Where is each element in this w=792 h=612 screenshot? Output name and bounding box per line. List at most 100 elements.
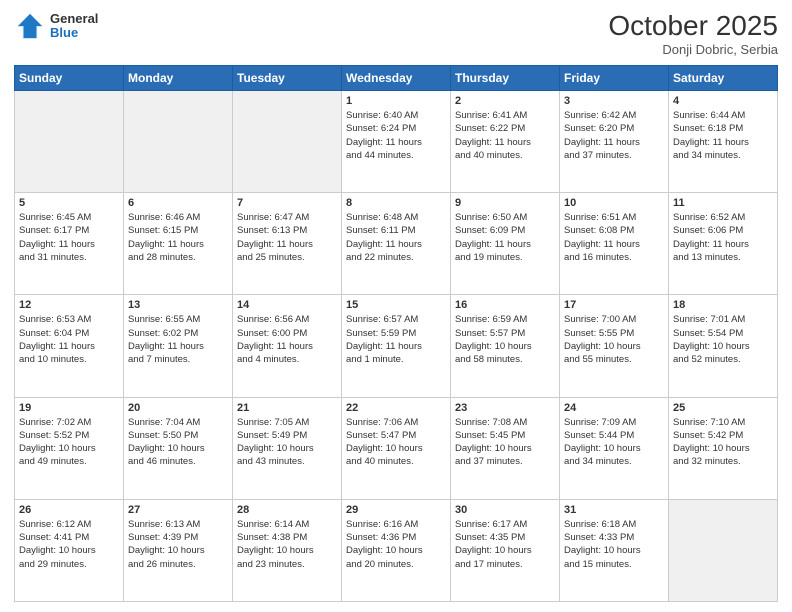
- calendar-cell: 22Sunrise: 7:06 AM Sunset: 5:47 PM Dayli…: [342, 397, 451, 499]
- calendar-cell: 10 Sunrise: 6:51 AM Sunset: 6:08 PM Dayli…: [560, 193, 669, 295]
- day-number: 31: [564, 504, 664, 516]
- calendar-cell: 19 Sunrise: 7:02 AM Sunset: 5:52 PM Dayli…: [15, 397, 124, 499]
- calendar-cell: 18 Sunrise: 7:01 AM Sunset: 5:54 PM Dayli…: [669, 295, 778, 397]
- calendar-cell: 16Sunrise: 6:59 AM Sunset: 5:57 PM Dayli…: [451, 295, 560, 397]
- day-number: 13: [128, 299, 228, 311]
- day-info: Sunrise: 6:40 AM Sunset: 6:24 PM Dayligh…: [346, 109, 446, 162]
- day-info: Sunrise: 6:16 AM Sunset: 4:36 PM Dayligh…: [346, 518, 446, 571]
- day-number: 3: [564, 95, 664, 107]
- logo-icon: [14, 10, 46, 42]
- day-info: Sunrise: 6:17 AM Sunset: 4:35 PM Dayligh…: [455, 518, 555, 571]
- calendar-cell: [233, 91, 342, 193]
- logo: General Blue: [14, 10, 98, 42]
- calendar-week-5: 26 Sunrise: 6:12 AM Sunset: 4:41 PM Dayli…: [15, 499, 778, 601]
- calendar-cell: 23Sunrise: 7:08 AM Sunset: 5:45 PM Dayli…: [451, 397, 560, 499]
- calendar-cell: [669, 499, 778, 601]
- calendar-cell: 15Sunrise: 6:57 AM Sunset: 5:59 PM Dayli…: [342, 295, 451, 397]
- calendar-cell: 28 Sunrise: 6:14 AM Sunset: 4:38 PM Dayli…: [233, 499, 342, 601]
- day-info: Sunrise: 6:12 AM Sunset: 4:41 PM Dayligh…: [19, 518, 119, 571]
- day-number: 15: [346, 299, 446, 311]
- day-info: Sunrise: 7:10 AM Sunset: 5:42 PM Dayligh…: [673, 416, 773, 469]
- calendar-cell: 27Sunrise: 6:13 AM Sunset: 4:39 PM Dayli…: [124, 499, 233, 601]
- day-info: Sunrise: 6:18 AM Sunset: 4:33 PM Dayligh…: [564, 518, 664, 571]
- day-number: 26: [19, 504, 119, 516]
- calendar-cell: [15, 91, 124, 193]
- day-number: 30: [455, 504, 555, 516]
- header: General Blue October 2025 Donji Dobric, …: [14, 10, 778, 57]
- day-number: 10: [564, 197, 664, 209]
- day-info: Sunrise: 7:06 AM Sunset: 5:47 PM Dayligh…: [346, 416, 446, 469]
- page: General Blue October 2025 Donji Dobric, …: [0, 0, 792, 612]
- day-info: Sunrise: 6:13 AM Sunset: 4:39 PM Dayligh…: [128, 518, 228, 571]
- day-number: 14: [237, 299, 337, 311]
- calendar-table: SundayMondayTuesdayWednesdayThursdayFrid…: [14, 65, 778, 602]
- logo-text: General Blue: [50, 12, 98, 41]
- day-number: 25: [673, 402, 773, 414]
- calendar-cell: 1 Sunrise: 6:40 AM Sunset: 6:24 PM Daylig…: [342, 91, 451, 193]
- calendar-header-wednesday: Wednesday: [342, 66, 451, 91]
- calendar-cell: 25 Sunrise: 7:10 AM Sunset: 5:42 PM Dayli…: [669, 397, 778, 499]
- day-info: Sunrise: 6:47 AM Sunset: 6:13 PM Dayligh…: [237, 211, 337, 264]
- day-info: Sunrise: 6:42 AM Sunset: 6:20 PM Dayligh…: [564, 109, 664, 162]
- calendar-cell: 13 Sunrise: 6:55 AM Sunset: 6:02 PM Dayli…: [124, 295, 233, 397]
- calendar-week-4: 19 Sunrise: 7:02 AM Sunset: 5:52 PM Dayli…: [15, 397, 778, 499]
- day-info: Sunrise: 7:08 AM Sunset: 5:45 PM Dayligh…: [455, 416, 555, 469]
- day-info: Sunrise: 7:09 AM Sunset: 5:44 PM Dayligh…: [564, 416, 664, 469]
- day-number: 24: [564, 402, 664, 414]
- day-number: 2: [455, 95, 555, 107]
- day-number: 6: [128, 197, 228, 209]
- calendar-cell: 4 Sunrise: 6:44 AM Sunset: 6:18 PM Daylig…: [669, 91, 778, 193]
- calendar-header-saturday: Saturday: [669, 66, 778, 91]
- day-info: Sunrise: 7:04 AM Sunset: 5:50 PM Dayligh…: [128, 416, 228, 469]
- day-number: 12: [19, 299, 119, 311]
- day-info: Sunrise: 6:14 AM Sunset: 4:38 PM Dayligh…: [237, 518, 337, 571]
- calendar-cell: 12 Sunrise: 6:53 AM Sunset: 6:04 PM Dayli…: [15, 295, 124, 397]
- calendar-cell: 14 Sunrise: 6:56 AM Sunset: 6:00 PM Dayli…: [233, 295, 342, 397]
- calendar-header-thursday: Thursday: [451, 66, 560, 91]
- day-number: 19: [19, 402, 119, 414]
- day-number: 21: [237, 402, 337, 414]
- day-info: Sunrise: 6:44 AM Sunset: 6:18 PM Dayligh…: [673, 109, 773, 162]
- day-info: Sunrise: 6:52 AM Sunset: 6:06 PM Dayligh…: [673, 211, 773, 264]
- day-number: 20: [128, 402, 228, 414]
- day-info: Sunrise: 6:56 AM Sunset: 6:00 PM Dayligh…: [237, 313, 337, 366]
- calendar-cell: 30 Sunrise: 6:17 AM Sunset: 4:35 PM Dayli…: [451, 499, 560, 601]
- calendar-cell: 24 Sunrise: 7:09 AM Sunset: 5:44 PM Dayli…: [560, 397, 669, 499]
- day-number: 9: [455, 197, 555, 209]
- day-number: 7: [237, 197, 337, 209]
- calendar-header-sunday: Sunday: [15, 66, 124, 91]
- calendar-cell: 11Sunrise: 6:52 AM Sunset: 6:06 PM Dayli…: [669, 193, 778, 295]
- calendar-cell: 6 Sunrise: 6:46 AM Sunset: 6:15 PM Daylig…: [124, 193, 233, 295]
- calendar-cell: 21Sunrise: 7:05 AM Sunset: 5:49 PM Dayli…: [233, 397, 342, 499]
- day-number: 4: [673, 95, 773, 107]
- calendar-cell: 8Sunrise: 6:48 AM Sunset: 6:11 PM Daylig…: [342, 193, 451, 295]
- calendar-cell: 31 Sunrise: 6:18 AM Sunset: 4:33 PM Dayli…: [560, 499, 669, 601]
- day-info: Sunrise: 7:02 AM Sunset: 5:52 PM Dayligh…: [19, 416, 119, 469]
- day-info: Sunrise: 6:55 AM Sunset: 6:02 PM Dayligh…: [128, 313, 228, 366]
- day-info: Sunrise: 6:48 AM Sunset: 6:11 PM Dayligh…: [346, 211, 446, 264]
- calendar-cell: 7 Sunrise: 6:47 AM Sunset: 6:13 PM Daylig…: [233, 193, 342, 295]
- calendar-cell: 5 Sunrise: 6:45 AM Sunset: 6:17 PM Daylig…: [15, 193, 124, 295]
- location: Donji Dobric, Serbia: [608, 42, 778, 57]
- day-info: Sunrise: 6:51 AM Sunset: 6:08 PM Dayligh…: [564, 211, 664, 264]
- day-info: Sunrise: 7:00 AM Sunset: 5:55 PM Dayligh…: [564, 313, 664, 366]
- day-info: Sunrise: 7:01 AM Sunset: 5:54 PM Dayligh…: [673, 313, 773, 366]
- day-info: Sunrise: 6:46 AM Sunset: 6:15 PM Dayligh…: [128, 211, 228, 264]
- day-number: 28: [237, 504, 337, 516]
- day-number: 1: [346, 95, 446, 107]
- month-title: October 2025: [608, 10, 778, 42]
- day-number: 18: [673, 299, 773, 311]
- calendar-cell: 9 Sunrise: 6:50 AM Sunset: 6:09 PM Daylig…: [451, 193, 560, 295]
- calendar-cell: 17Sunrise: 7:00 AM Sunset: 5:55 PM Dayli…: [560, 295, 669, 397]
- day-number: 16: [455, 299, 555, 311]
- calendar-header-monday: Monday: [124, 66, 233, 91]
- calendar-week-2: 5 Sunrise: 6:45 AM Sunset: 6:17 PM Daylig…: [15, 193, 778, 295]
- day-info: Sunrise: 6:50 AM Sunset: 6:09 PM Dayligh…: [455, 211, 555, 264]
- day-number: 5: [19, 197, 119, 209]
- day-info: Sunrise: 6:45 AM Sunset: 6:17 PM Dayligh…: [19, 211, 119, 264]
- logo-general-text: General: [50, 12, 98, 26]
- calendar-cell: 29Sunrise: 6:16 AM Sunset: 4:36 PM Dayli…: [342, 499, 451, 601]
- day-info: Sunrise: 6:41 AM Sunset: 6:22 PM Dayligh…: [455, 109, 555, 162]
- calendar-week-3: 12 Sunrise: 6:53 AM Sunset: 6:04 PM Dayli…: [15, 295, 778, 397]
- day-info: Sunrise: 6:53 AM Sunset: 6:04 PM Dayligh…: [19, 313, 119, 366]
